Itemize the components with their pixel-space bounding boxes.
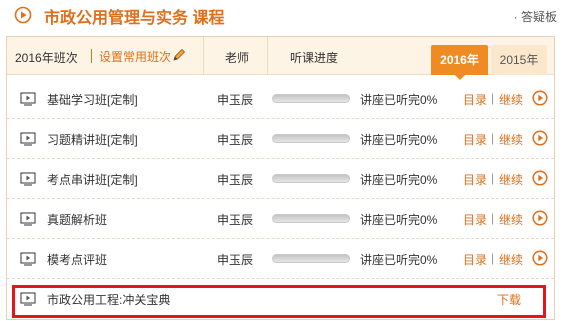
course-name: 模考点评班 bbox=[47, 253, 108, 267]
set-common-session-link[interactable]: 设置常用班次 bbox=[99, 48, 171, 65]
link-separator: | bbox=[491, 211, 495, 225]
continue-link[interactable]: 继续 bbox=[499, 171, 523, 188]
course-row: 模考点评班 申玉辰 讲座已听完0% 目录 | 继续 bbox=[7, 239, 554, 279]
course-teacher: 申玉辰 bbox=[217, 213, 254, 227]
course-teacher: 申玉辰 bbox=[217, 173, 254, 187]
progress-bar bbox=[272, 174, 350, 183]
teacher-column-header: 老师 bbox=[225, 51, 250, 65]
session-label: 2016年班次 bbox=[15, 51, 78, 65]
play-button-icon[interactable] bbox=[532, 210, 548, 231]
divider bbox=[91, 49, 92, 63]
course-row: 真题解析班 申玉辰 讲座已听完0% 目录 | 继续 bbox=[7, 199, 554, 239]
course-row: 习题精讲班[定制] 申玉辰 讲座已听完0% 目录 | 继续 bbox=[7, 119, 554, 159]
lecture-status: 讲座已听完0% bbox=[360, 253, 438, 267]
catalog-link[interactable]: 目录 bbox=[463, 211, 487, 228]
column-divider bbox=[203, 37, 204, 74]
tab-2015[interactable]: 2015年 bbox=[491, 45, 547, 75]
catalog-link[interactable]: 目录 bbox=[463, 131, 487, 148]
continue-link[interactable]: 继续 bbox=[499, 91, 523, 108]
lecture-status: 讲座已听完0% bbox=[360, 133, 438, 147]
video-icon bbox=[20, 212, 36, 231]
highlight-box bbox=[12, 285, 546, 318]
video-icon bbox=[20, 132, 36, 151]
course-name: 真题解析班 bbox=[47, 213, 108, 227]
course-teacher: 申玉辰 bbox=[217, 93, 254, 107]
link-separator: | bbox=[491, 171, 495, 185]
play-button-icon[interactable] bbox=[532, 90, 548, 111]
course-row: 考点串讲班[定制] 申玉辰 讲座已听完0% 目录 | 继续 bbox=[7, 159, 554, 199]
continue-link[interactable]: 继续 bbox=[499, 251, 523, 268]
lecture-status: 讲座已听完0% bbox=[360, 213, 438, 227]
progress-bar bbox=[272, 94, 350, 103]
catalog-link[interactable]: 目录 bbox=[463, 91, 487, 108]
progress-bar bbox=[272, 134, 350, 143]
course-panel: 2016年班次 设置常用班次 老师 听课进度 2016年 2015年 基础学习班… bbox=[6, 36, 555, 320]
course-title: 市政公用管理与实务 课程 bbox=[44, 10, 225, 27]
course-teacher: 申玉辰 bbox=[217, 253, 254, 267]
table-header: 2016年班次 设置常用班次 老师 听课进度 2016年 2015年 bbox=[7, 37, 554, 80]
tab-2016-label: 2016年 bbox=[440, 53, 479, 67]
course-name: 基础学习班[定制] bbox=[47, 93, 138, 107]
progress-bar bbox=[272, 254, 350, 263]
progress-bar bbox=[272, 214, 350, 223]
link-separator: | bbox=[491, 131, 495, 145]
catalog-link[interactable]: 目录 bbox=[463, 251, 487, 268]
progress-column-header: 听课进度 bbox=[290, 51, 339, 65]
video-icon bbox=[20, 252, 36, 271]
column-divider bbox=[267, 37, 268, 74]
lecture-status: 讲座已听完0% bbox=[360, 93, 438, 107]
continue-link[interactable]: 继续 bbox=[499, 211, 523, 228]
qa-board-link[interactable]: · 答疑板 bbox=[514, 8, 557, 25]
link-separator: | bbox=[491, 91, 495, 105]
tab-2016[interactable]: 2016年 bbox=[431, 45, 488, 80]
play-button-icon[interactable] bbox=[532, 250, 548, 271]
lecture-status: 讲座已听完0% bbox=[360, 173, 438, 187]
continue-link[interactable]: 继续 bbox=[499, 131, 523, 148]
video-icon bbox=[20, 172, 36, 191]
course-teacher: 申玉辰 bbox=[217, 133, 254, 147]
course-name: 习题精讲班[定制] bbox=[47, 133, 138, 147]
link-separator: | bbox=[491, 251, 495, 265]
video-icon bbox=[20, 92, 36, 111]
tab-2015-label: 2015年 bbox=[499, 53, 539, 67]
play-circle-icon bbox=[14, 6, 32, 29]
play-button-icon[interactable] bbox=[532, 170, 548, 191]
play-button-icon[interactable] bbox=[532, 130, 548, 151]
course-row: 基础学习班[定制] 申玉辰 讲座已听完0% 目录 | 继续 bbox=[7, 79, 554, 119]
pencil-icon[interactable] bbox=[171, 47, 187, 68]
catalog-link[interactable]: 目录 bbox=[463, 171, 487, 188]
course-name: 考点串讲班[定制] bbox=[47, 173, 138, 187]
title-bar: 市政公用管理与实务 课程 · 答疑板 bbox=[0, 0, 563, 30]
